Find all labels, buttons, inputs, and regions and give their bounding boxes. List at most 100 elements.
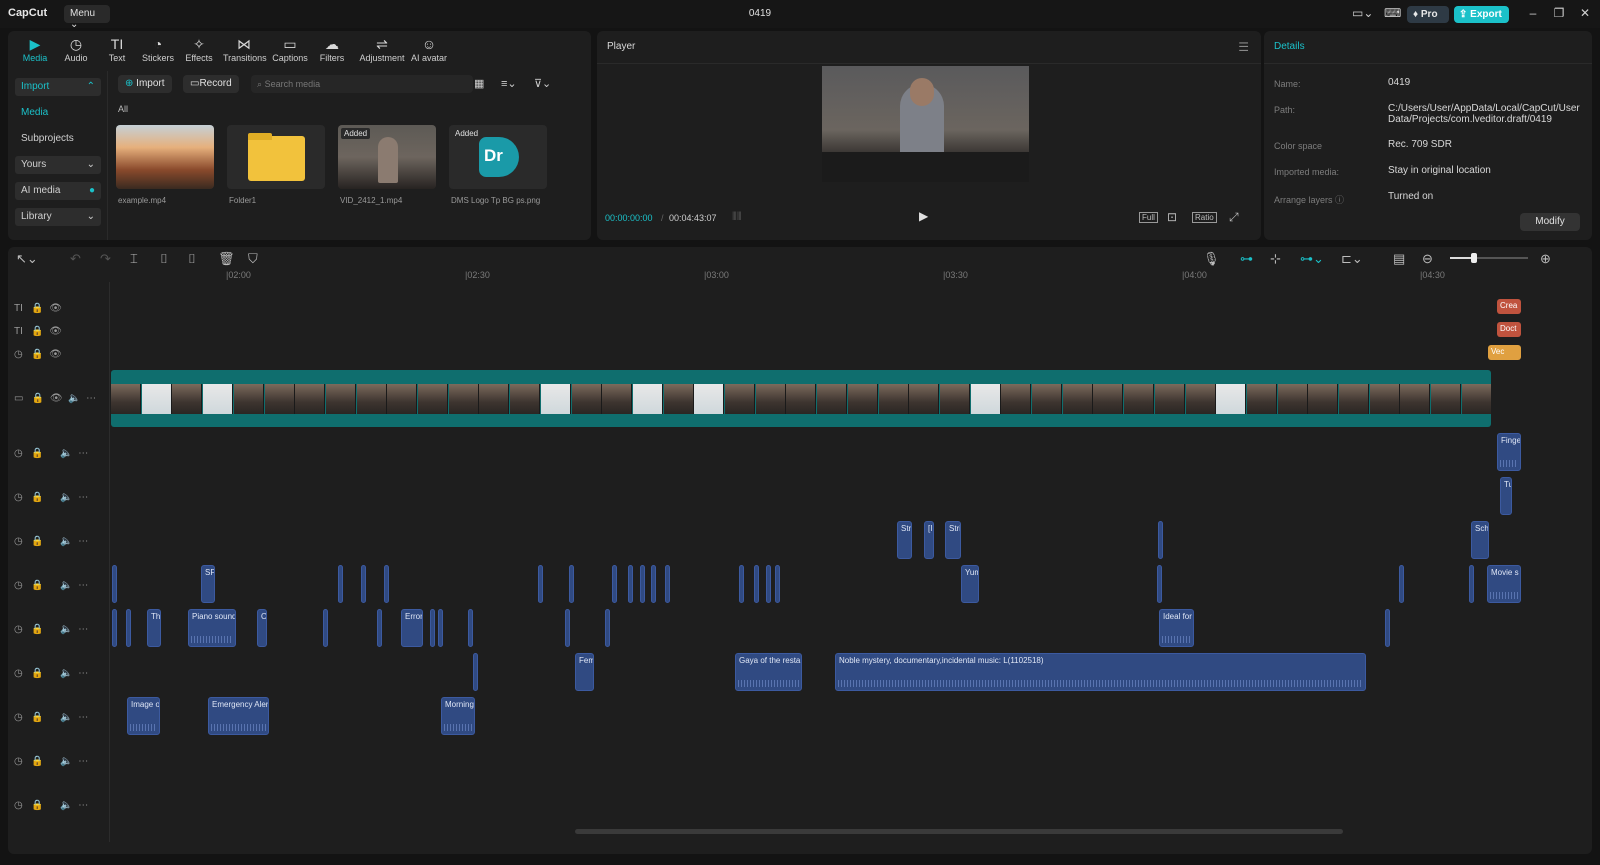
- audio-clip[interactable]: [473, 653, 478, 691]
- tab-filters[interactable]: ☁ Filters: [311, 35, 353, 63]
- lock-icon[interactable]: 🔒: [31, 668, 43, 679]
- audio-clip[interactable]: [468, 609, 473, 647]
- close-icon[interactable]: ✕: [1576, 6, 1594, 22]
- speaker-icon[interactable]: 🔈: [60, 800, 72, 811]
- preview-axis-icon[interactable]: ⊏⌄: [1341, 251, 1363, 267]
- more-icon[interactable]: ⋯: [78, 448, 88, 459]
- modify-button[interactable]: Modify: [1520, 213, 1580, 231]
- more-icon[interactable]: ⋯: [78, 800, 88, 811]
- layout-icon[interactable]: ▭⌄: [1352, 6, 1373, 20]
- more-icon[interactable]: ⋯: [86, 393, 96, 404]
- more-icon[interactable]: ⋯: [78, 624, 88, 635]
- speaker-icon[interactable]: 🔈: [60, 536, 72, 547]
- grid-view-icon[interactable]: ▦: [474, 77, 484, 90]
- speaker-icon[interactable]: 🔈: [68, 393, 80, 404]
- eye-icon[interactable]: 👁: [49, 326, 62, 337]
- more-icon[interactable]: ⋯: [78, 712, 88, 723]
- lock-icon[interactable]: 🔒: [31, 349, 43, 360]
- audio-clip[interactable]: [126, 609, 131, 647]
- tab-transitions[interactable]: ⋈ Transitions: [223, 35, 267, 63]
- marker-icon[interactable]: ⛉: [248, 251, 258, 267]
- audio-clip[interactable]: Th: [147, 609, 161, 647]
- video-preview[interactable]: [822, 66, 1029, 182]
- player-menu-icon[interactable]: ☰: [1238, 40, 1249, 54]
- zoom-slider-handle[interactable]: [1471, 253, 1477, 263]
- audio-clip[interactable]: Stri: [897, 521, 912, 559]
- eye-icon[interactable]: 👁: [50, 393, 63, 404]
- audio-clip[interactable]: [628, 565, 633, 603]
- lock-icon[interactable]: 🔒: [31, 800, 43, 811]
- speaker-icon[interactable]: 🔈: [60, 712, 72, 723]
- eye-icon[interactable]: 👁: [49, 303, 62, 314]
- audio-clip[interactable]: [384, 565, 389, 603]
- lock-icon[interactable]: 🔒: [31, 624, 43, 635]
- audio-clip[interactable]: Tu: [1500, 477, 1512, 515]
- import-button[interactable]: ⊕ Import: [118, 75, 172, 93]
- lock-icon[interactable]: 🔒: [31, 326, 43, 337]
- audio-clip[interactable]: Gaya of the resta: [735, 653, 802, 691]
- zoom-in-icon[interactable]: ⊕: [1540, 251, 1551, 267]
- export-button[interactable]: ⇪ Export: [1454, 6, 1509, 23]
- audio-clip[interactable]: Movie s: [1487, 565, 1521, 603]
- audio-clip[interactable]: Ideal for: [1159, 609, 1194, 647]
- sidebar-item-yours[interactable]: Yours ⌄: [15, 156, 101, 174]
- eye-icon[interactable]: 👁: [49, 349, 62, 360]
- more-icon[interactable]: ⋯: [78, 492, 88, 503]
- filter-icon[interactable]: ⊽⌄: [534, 77, 551, 90]
- audio-clip[interactable]: [430, 609, 435, 647]
- shortcuts-icon[interactable]: ⌨: [1384, 6, 1401, 20]
- audio-clip[interactable]: [612, 565, 617, 603]
- tab-captions[interactable]: ▭ Captions: [269, 35, 311, 63]
- more-icon[interactable]: ⋯: [78, 580, 88, 591]
- record-button[interactable]: ▭Record: [183, 75, 239, 93]
- sidebar-item-media[interactable]: Media: [15, 104, 101, 122]
- tab-ai-avatar[interactable]: ☺ AI avatar: [408, 35, 450, 63]
- speaker-icon[interactable]: 🔈: [60, 756, 72, 767]
- fullscreen-icon[interactable]: ⤢: [1229, 210, 1239, 225]
- delete-right-icon[interactable]: ⌷: [188, 251, 196, 267]
- link-icon[interactable]: ⊶: [1240, 251, 1253, 267]
- audio-clip[interactable]: [338, 565, 343, 603]
- delete-icon[interactable]: 🗑: [218, 251, 235, 267]
- audio-clip[interactable]: [565, 609, 570, 647]
- sidebar-item-import[interactable]: Import ⌃: [15, 78, 101, 96]
- ratio-button[interactable]: Ratio: [1192, 212, 1217, 223]
- audio-clip[interactable]: [569, 565, 574, 603]
- snapshot-icon[interactable]: ⊡: [1167, 210, 1177, 224]
- audio-clip[interactable]: [754, 565, 759, 603]
- audio-clip[interactable]: [775, 565, 780, 603]
- media-thumb[interactable]: [227, 125, 325, 189]
- audio-clip[interactable]: O: [257, 609, 267, 647]
- audio-clip[interactable]: [766, 565, 771, 603]
- audio-clip[interactable]: Morning: [441, 697, 475, 735]
- audio-clip[interactable]: [438, 609, 443, 647]
- zoom-out-icon[interactable]: ⊖: [1422, 251, 1433, 267]
- search-input[interactable]: ⌕ Search media: [251, 75, 473, 93]
- lock-icon[interactable]: 🔒: [31, 756, 43, 767]
- tab-stickers[interactable]: ◔ Stickers: [137, 35, 179, 63]
- audio-clip[interactable]: Sch: [1471, 521, 1489, 559]
- audio-clip[interactable]: Piano sound: [188, 609, 236, 647]
- audio-clip[interactable]: Error: [401, 609, 423, 647]
- audio-clip[interactable]: [377, 609, 382, 647]
- audio-clip[interactable]: [739, 565, 744, 603]
- pro-button[interactable]: ♦ Pro: [1407, 6, 1449, 23]
- audio-clip[interactable]: [665, 565, 670, 603]
- zoom-slider[interactable]: [1450, 253, 1528, 263]
- tab-adjustment[interactable]: ⇌ Adjustment: [356, 35, 408, 63]
- audio-clip[interactable]: [1399, 565, 1404, 603]
- more-icon[interactable]: ⋯: [78, 756, 88, 767]
- audio-clip[interactable]: [605, 609, 610, 647]
- audio-clip[interactable]: Yum: [961, 565, 979, 603]
- split-icon[interactable]: ⌶: [130, 251, 138, 267]
- tab-audio[interactable]: ◷ Audio: [55, 35, 97, 63]
- main-video-track[interactable]: [111, 370, 1491, 427]
- audio-clip[interactable]: [538, 565, 543, 603]
- minimize-icon[interactable]: –: [1524, 6, 1542, 22]
- tab-media[interactable]: ▶ Media: [14, 35, 56, 63]
- more-icon[interactable]: ⋯: [78, 668, 88, 679]
- caption-icon[interactable]: ▤: [1393, 251, 1405, 267]
- sidebar-item-library[interactable]: Library ⌄: [15, 208, 101, 226]
- lock-icon[interactable]: 🔒: [31, 536, 43, 547]
- audio-clip[interactable]: Image o: [127, 697, 160, 735]
